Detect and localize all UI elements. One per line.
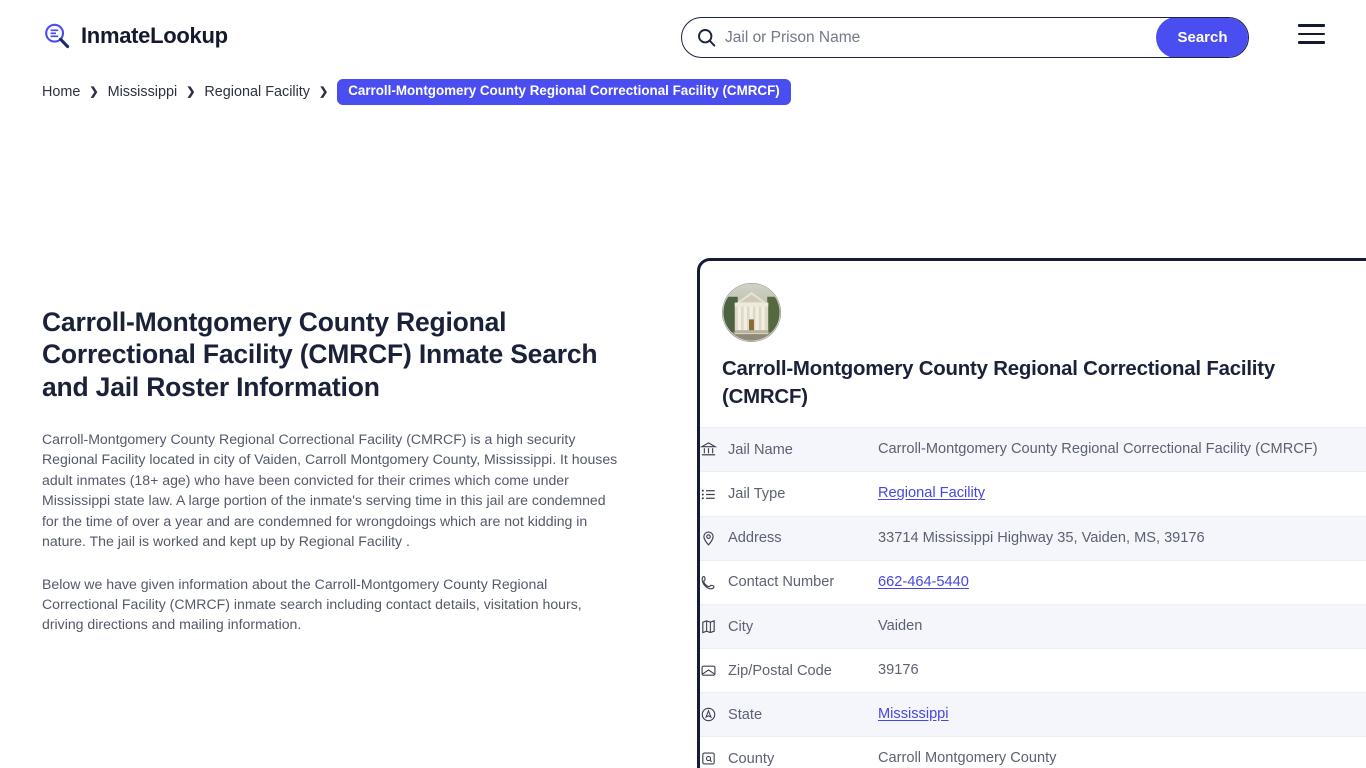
table-row: Zip/Postal Code 39176 [700, 648, 1366, 693]
compass-icon [700, 706, 717, 723]
table-row: Jail Type Regional Facility [700, 471, 1366, 517]
row-label: State [728, 706, 763, 723]
search-input[interactable] [725, 18, 1156, 57]
row-value: 33714 Mississippi Highway 35, Vaiden, MS… [878, 515, 1366, 561]
row-label: County [728, 750, 775, 767]
row-label: Zip/Postal Code [728, 662, 832, 679]
row-label-cell: Address [700, 515, 878, 561]
contact-number-link[interactable]: 662-464-5440 [878, 574, 969, 590]
breadcrumb-item-regional-facility[interactable]: Regional Facility [204, 84, 310, 100]
chevron-right-icon: ❯ [318, 85, 329, 98]
row-label-cell: Jail Type [700, 471, 878, 517]
breadcrumb-item-mississippi[interactable]: Mississippi [108, 84, 178, 100]
facility-info-table: Jail Name Carroll-Montgomery County Regi… [700, 427, 1366, 768]
row-label-cell: County [700, 736, 878, 768]
table-row: City Vaiden [700, 603, 1366, 649]
search-bar[interactable]: Search [681, 17, 1249, 58]
courthouse-photo [722, 283, 781, 342]
row-value: Vaiden [878, 603, 1366, 649]
chevron-right-icon: ❯ [186, 85, 196, 98]
row-label: Contact Number [728, 574, 835, 591]
site-header: InmateLookup Search [0, 0, 1366, 72]
chevron-right-icon: ❯ [89, 85, 99, 98]
envelope-icon [700, 662, 717, 679]
table-row: Address 33714 Mississippi Highway 35, Va… [700, 515, 1366, 561]
breadcrumb-item-home[interactable]: Home [42, 84, 80, 100]
phone-icon [700, 574, 717, 591]
breadcrumb: Home ❯ Mississippi ❯ Regional Facility ❯… [42, 78, 1366, 106]
facility-info-card: Carroll-Montgomery County Regional Corre… [697, 258, 1366, 768]
brand-name: InmateLookup [81, 23, 228, 48]
row-value: Carroll-Montgomery County Regional Corre… [878, 427, 1366, 472]
intro-paragraph-2: Below we have given information about th… [42, 575, 582, 633]
row-label-cell: Contact Number [700, 559, 878, 605]
hamburger-bar [1298, 41, 1325, 44]
map-icon [700, 618, 717, 635]
county-icon [700, 750, 717, 767]
location-icon [700, 530, 717, 547]
list-icon [700, 486, 717, 503]
row-label: City [728, 618, 754, 635]
row-value: 39176 [878, 648, 1366, 693]
facility-card-title: Carroll-Montgomery County Regional Corre… [722, 358, 1276, 409]
row-value: Carroll Montgomery County [878, 736, 1366, 768]
intro-paragraph-1: Carroll-Montgomery County Regional Corre… [42, 430, 618, 550]
search-button[interactable]: Search [1156, 18, 1248, 57]
row-value: Mississippi [878, 692, 1366, 737]
row-value: Regional Facility [878, 471, 1366, 517]
table-row: County Carroll Montgomery County [700, 736, 1366, 768]
table-row: Jail Name Carroll-Montgomery County Regi… [700, 427, 1366, 472]
row-value: 662-464-5440 [878, 559, 1366, 605]
table-row: State Mississippi [700, 692, 1366, 737]
hamburger-bar [1298, 32, 1325, 36]
article-column: Carroll-Montgomery County Regional Corre… [42, 306, 618, 635]
search-icon [697, 28, 716, 47]
page-title: Carroll-Montgomery County Regional Corre… [42, 307, 598, 402]
brand-logo[interactable]: InmateLookup [42, 21, 228, 51]
row-label-cell: State [700, 692, 878, 737]
hamburger-menu-icon[interactable] [1298, 24, 1325, 44]
row-label-cell: Zip/Postal Code [700, 648, 878, 693]
state-link[interactable]: Mississippi [878, 706, 949, 722]
breadcrumb-current: Carroll-Montgomery County Regional Corre… [337, 79, 791, 105]
magnifier-list-icon [42, 21, 72, 51]
row-label: Address [728, 530, 782, 547]
jail-type-link[interactable]: Regional Facility [878, 485, 985, 501]
bank-icon [700, 441, 717, 458]
table-row: Contact Number 662-464-5440 [700, 559, 1366, 605]
hamburger-bar [1298, 24, 1325, 27]
row-label-cell: City [700, 603, 878, 649]
facility-card-header: Carroll-Montgomery County Regional Corre… [700, 261, 1366, 427]
row-label-cell: Jail Name [700, 427, 878, 472]
row-label: Jail Type [728, 486, 786, 503]
row-label: Jail Name [728, 441, 793, 458]
